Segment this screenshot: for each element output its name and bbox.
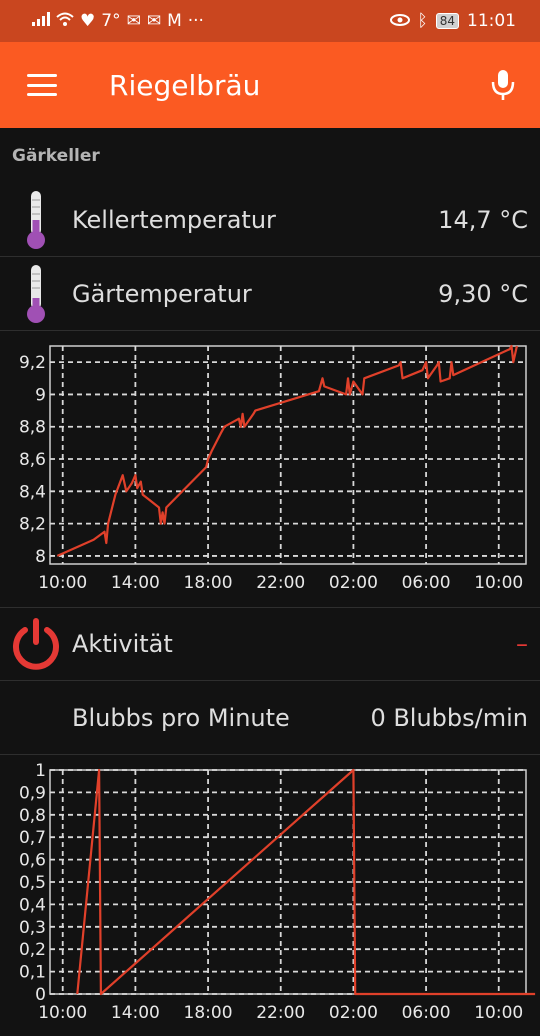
row-label: Kellertemperatur — [72, 206, 276, 234]
temperature-chart-svg: 10:00 14:00 18:00 22:00 02:00 06:00 10:00 8 8,2 8… — [19, 344, 527, 593]
temperature-chart[interactable]: 10:00 14:00 18:00 22:00 02:00 06:00 10:00 8 8,2 8… — [0, 332, 540, 606]
x-tick-label: 10:00 — [38, 573, 87, 593]
app-bar: Riegelbräu — [0, 42, 540, 128]
y-tick-label: 9 — [35, 385, 46, 405]
x-tick-label: 10:00 — [38, 1003, 87, 1023]
row-value: – — [516, 630, 528, 658]
y-tick-label: 1 — [35, 761, 46, 781]
y-tick-label: 8 — [35, 547, 46, 567]
signal-icon — [32, 11, 50, 31]
status-bar: ♥ 7° ✉ ✉ M ··· ᛒ 84 11:01 — [0, 0, 540, 42]
y-tick-label: 0,2 — [19, 940, 46, 960]
x-tick-label: 14:00 — [111, 1003, 160, 1023]
y-tick-label: 0,4 — [19, 895, 46, 915]
bluetooth-icon: ᛒ — [417, 11, 428, 31]
blubbs-chart[interactable]: 10:00 14:00 18:00 22:00 02:00 06:00 10:00 0 0,1 0… — [0, 756, 540, 1036]
x-tick-label: 10:00 — [474, 573, 523, 593]
blubbs-chart-svg: 10:00 14:00 18:00 22:00 02:00 06:00 10:0000,10… — [19, 761, 536, 1023]
y-tick-label: 0,5 — [19, 873, 46, 893]
row-label: Aktivität — [72, 630, 173, 658]
x-tick-label: 22:00 — [256, 573, 305, 593]
y-tick-label: 0,1 — [19, 963, 46, 983]
clock-text: 11:01 — [467, 11, 516, 31]
row-value: 9,30 °C — [438, 280, 528, 308]
app-title: Riegelbräu — [109, 68, 261, 102]
y-tick-label: 8,4 — [19, 482, 46, 502]
row-label: Gärtemperatur — [72, 280, 252, 308]
x-tick-label: 02:00 — [329, 1003, 378, 1023]
y-tick-label: 8,6 — [19, 450, 46, 470]
x-tick-label: 14:00 — [111, 573, 160, 593]
row-value: 14,7 °C — [438, 206, 528, 234]
plot-frame — [49, 345, 527, 565]
y-tick-label: 8,8 — [19, 418, 46, 438]
wifi-icon — [56, 11, 74, 31]
eye-icon — [389, 11, 410, 31]
x-tick-label: 18:00 — [184, 573, 233, 593]
row-aktivitaet[interactable]: Aktivität – — [0, 608, 540, 681]
y-tick-label: 8,2 — [19, 515, 46, 535]
thermometer-icon — [0, 190, 72, 250]
x-tick-label: 10:00 — [474, 1003, 523, 1023]
row-kellertemperatur[interactable]: Kellertemperatur 14,7 °C — [0, 184, 540, 257]
thermometer-icon — [0, 264, 72, 324]
status-left: ♥ 7° ✉ ✉ M ··· — [0, 11, 204, 31]
y-tick-label: 0,3 — [19, 918, 46, 938]
row-blubbs[interactable]: Blubbs pro Minute 0 Blubbs/min — [0, 682, 540, 755]
microphone-icon[interactable] — [488, 68, 518, 102]
power-icon — [0, 618, 72, 670]
x-tick-label: 06:00 — [402, 1003, 451, 1023]
y-tick-label: 0,8 — [19, 806, 46, 826]
menu-icon[interactable] — [27, 74, 57, 96]
status-right: ᛒ 84 11:01 — [389, 11, 540, 31]
row-value: 0 Blubbs/min — [370, 704, 528, 732]
mail-icon-2: ✉ — [146, 11, 162, 31]
section-title: Gärkeller — [12, 146, 100, 166]
status-temperature: 7° — [101, 11, 121, 31]
x-tick-label: 02:00 — [329, 573, 378, 593]
y-tick-label: 0,7 — [19, 828, 46, 848]
more-icon: ··· — [187, 11, 204, 31]
y-tick-label: 9,2 — [19, 353, 46, 373]
y-tick-label: 0,6 — [19, 851, 46, 871]
battery-icon: 84 — [435, 13, 459, 29]
row-label: Blubbs pro Minute — [72, 704, 290, 732]
heart-icon: ♥ — [80, 11, 96, 31]
y-tick-label: 0 — [35, 985, 46, 1005]
x-tick-label: 18:00 — [184, 1003, 233, 1023]
row-gaertemperatur[interactable]: Gärtemperatur 9,30 °C — [0, 258, 540, 331]
x-tick-label: 22:00 — [256, 1003, 305, 1023]
mail-icon: ✉ — [126, 11, 141, 31]
gmail-icon: M — [167, 11, 182, 31]
y-tick-label: 0,9 — [19, 783, 46, 803]
x-tick-label: 06:00 — [402, 573, 451, 593]
